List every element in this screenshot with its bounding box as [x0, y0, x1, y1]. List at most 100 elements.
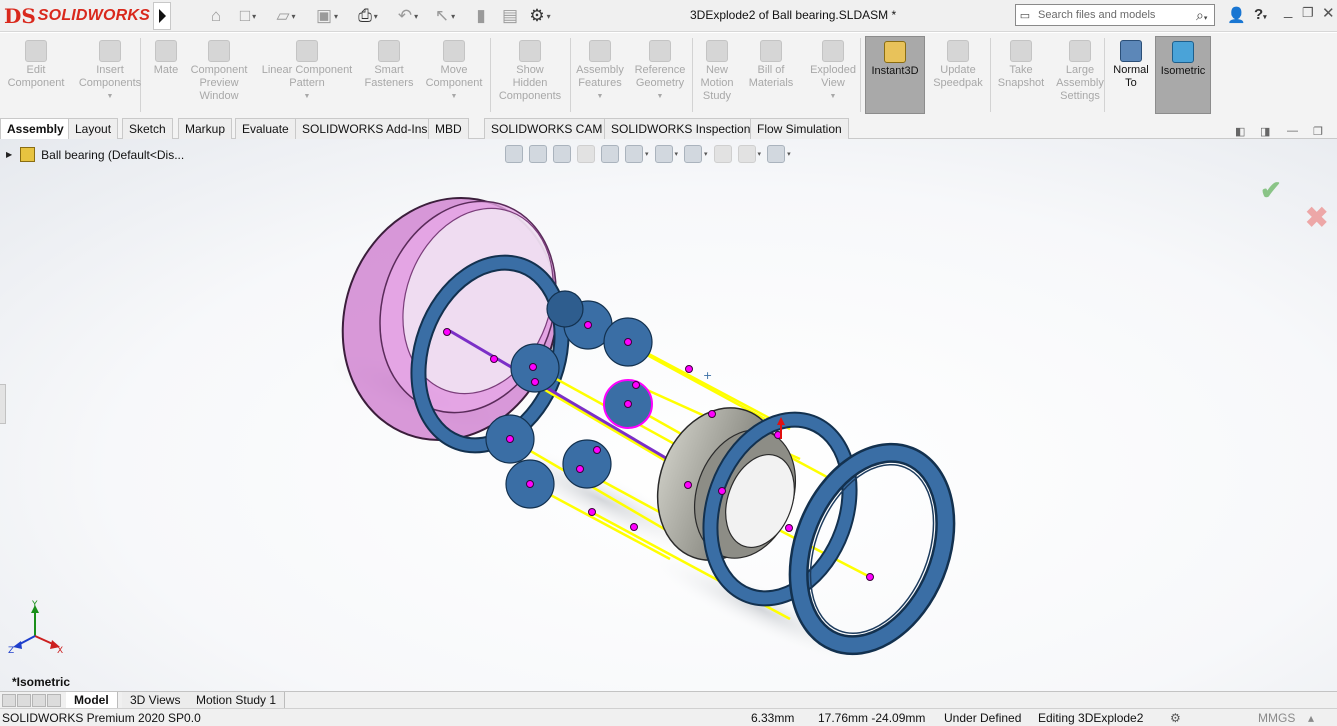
help-icon[interactable]: ?▾ [1254, 6, 1267, 23]
tab-solidworks-cam[interactable]: SOLIDWORKS CAM [484, 118, 610, 139]
bill-of-materials-button[interactable]: Bill of Materials [746, 36, 796, 114]
command-label: Bill of Materials [748, 64, 794, 89]
solidworks-logo[interactable]: DS SOLIDWORKS [4, 4, 150, 28]
show-hidden-components-icon [519, 40, 541, 62]
dropdown-arrow-icon[interactable]: ▼ [451, 90, 458, 103]
show-hidden-components-button[interactable]: Show Hidden Components [496, 36, 564, 114]
command-label: Move Component [425, 64, 483, 89]
file-properties-icon[interactable]: ▤ [500, 5, 520, 27]
reference-geometry-button[interactable]: Reference Geometry ▼ [630, 36, 690, 114]
save-icon[interactable]: ▣ ▾ [312, 5, 342, 27]
undo-icon[interactable]: ↶ ▾ [392, 5, 424, 27]
bottom-tab-model[interactable]: Model [66, 692, 118, 709]
restore-icon[interactable]: ❐ [1302, 5, 1314, 21]
large-assembly-settings-button[interactable]: Large Assembly Settings [1054, 36, 1106, 114]
close-icon[interactable]: ✕ [1322, 4, 1335, 22]
tile-right-icon[interactable]: ◨ [1260, 125, 1270, 138]
dropdown-arrow-icon[interactable]: ▼ [304, 90, 311, 103]
doc-minimize-icon[interactable]: — [1287, 125, 1298, 137]
tab-solidworks-add-ins[interactable]: SOLIDWORKS Add-Ins [295, 118, 435, 139]
section-view-icon[interactable] [577, 145, 595, 163]
confirm-checkmark-icon[interactable]: ✔ [1260, 175, 1282, 206]
take-snapshot-button[interactable]: Take Snapshot [994, 36, 1048, 114]
new-document-icon[interactable]: □ ▾ [233, 5, 263, 27]
search-input[interactable]: ▭ Search files and models ⌕▾ [1015, 4, 1215, 26]
first-tab-icon[interactable] [2, 694, 16, 707]
bottom-tab-motion-study-1[interactable]: Motion Study 1 [188, 692, 286, 709]
tab-layout[interactable]: Layout [68, 118, 119, 139]
select-cursor-icon[interactable]: ↖ ▾ [432, 5, 458, 27]
previous-view-icon[interactable] [553, 145, 571, 163]
dynamic-annotation-icon[interactable] [601, 145, 619, 163]
zoom-to-area-icon[interactable] [529, 145, 547, 163]
tab-mbd[interactable]: MBD [428, 118, 469, 139]
menu-expand-arrow-icon[interactable] [153, 2, 171, 30]
next-tab-icon[interactable] [32, 694, 46, 707]
insert-components-button[interactable]: Insert Components ▼ [72, 36, 148, 114]
bottom-tab-3d-views[interactable]: 3D Views [122, 692, 190, 709]
apply-scene-icon[interactable] [737, 145, 756, 163]
options-gear-icon[interactable]: ⚙ ▾ [524, 5, 556, 27]
command-separator [490, 38, 491, 112]
home-icon[interactable]: ⌂ [205, 5, 227, 27]
view-orientation-icon[interactable] [625, 145, 643, 163]
units-dropdown-icon[interactable]: ▴ [1308, 711, 1314, 725]
display-style-icon[interactable] [654, 145, 673, 163]
rebuild-icon[interactable]: ▮ [472, 5, 490, 27]
last-tab-icon[interactable] [47, 694, 61, 707]
tab-sketch[interactable]: Sketch [122, 118, 173, 139]
doc-restore-icon[interactable]: ❐ [1313, 125, 1323, 138]
rebuild-status-icon[interactable]: ⚙ [1170, 711, 1181, 725]
title-bar: DS SOLIDWORKS ⌂ □ ▾ ▱ ▾ ▣ ▾ ⎙ ▾ ↶ ▾ ↖ ▾ ▮ ▤ ⚙ ▾… [0, 0, 1337, 32]
smart-fasteners-button[interactable]: Smart Fasteners [365, 36, 413, 114]
component-preview-window-button[interactable]: Component Preview Window [186, 36, 252, 114]
expand-arrow-icon[interactable]: ▶ [6, 150, 12, 159]
edit-appearance-icon[interactable] [713, 145, 732, 163]
measurement-readout: 6.33mm [751, 711, 795, 725]
tab-markup[interactable]: Markup [178, 118, 233, 139]
outer-ring-component[interactable] [309, 168, 590, 471]
cancel-x-icon[interactable]: ✖ [1305, 201, 1328, 234]
minimize-icon[interactable]: _ [1284, 2, 1292, 19]
print-icon[interactable]: ⎙ ▾ [352, 5, 384, 27]
unit-system[interactable]: MMGS [1258, 711, 1295, 725]
move-component-button[interactable]: Move Component ▼ [420, 36, 488, 114]
user-icon[interactable]: 👤 [1227, 6, 1246, 24]
tile-left-icon[interactable]: ◧ [1235, 125, 1245, 138]
exploded-bearing-model[interactable]: + Y X Z [0, 139, 1337, 691]
tab-assembly[interactable]: Assembly [0, 118, 71, 140]
search-scope-icon[interactable]: ▭ [1016, 9, 1034, 22]
assembly-features-icon [589, 40, 611, 62]
new-motion-study-button[interactable]: New Motion Study [698, 36, 736, 114]
edit-component-button[interactable]: Edit Component [4, 36, 68, 114]
app-logo-text: SOLIDWORKS [37, 7, 151, 24]
reference-geometry-icon [649, 40, 671, 62]
isometric-button[interactable]: Isometric [1155, 36, 1211, 114]
search-icon[interactable]: ⌕▾ [1196, 7, 1214, 24]
command-separator [570, 38, 571, 112]
normal-to-button[interactable]: Normal To [1108, 36, 1154, 114]
hide-show-items-icon[interactable] [684, 145, 703, 163]
tab-evaluate[interactable]: Evaluate [235, 118, 296, 139]
instant3d-button[interactable]: Instant3D [865, 36, 925, 114]
mate-button[interactable]: Mate [150, 36, 182, 114]
assembly-features-button[interactable]: Assembly Features ▼ [574, 36, 626, 114]
feature-tree-root[interactable]: ▶ Ball bearing (Default<Dis... [6, 147, 184, 162]
open-folder-icon[interactable]: ▱ ▾ [270, 5, 302, 27]
take-snapshot-icon [1010, 40, 1032, 62]
task-pane-collapse-handle[interactable] [0, 384, 6, 424]
dropdown-arrow-icon[interactable]: ▼ [657, 90, 664, 103]
dropdown-arrow-icon[interactable]: ▼ [830, 90, 837, 103]
previous-tab-icon[interactable] [17, 694, 31, 707]
exploded-view-button[interactable]: Exploded View ▼ [804, 36, 862, 114]
view-settings-icon[interactable] [767, 145, 786, 163]
dropdown-arrow-icon[interactable]: ▼ [107, 90, 114, 103]
graphics-area[interactable]: + Y X Z ▶ Ball bearing (Default<Dis... ▾… [0, 139, 1337, 691]
dropdown-arrow-icon[interactable]: ▼ [597, 90, 604, 103]
zoom-to-fit-icon[interactable] [505, 145, 523, 163]
linear-component-pattern-button[interactable]: Linear Component Pattern ▼ [256, 36, 358, 114]
ds-logo-mark: DS [4, 4, 36, 28]
tab-solidworks-inspection[interactable]: SOLIDWORKS Inspection [604, 118, 758, 139]
update-speedpak-button[interactable]: Update Speedpak [930, 36, 986, 114]
tab-flow-simulation[interactable]: Flow Simulation [750, 118, 849, 139]
